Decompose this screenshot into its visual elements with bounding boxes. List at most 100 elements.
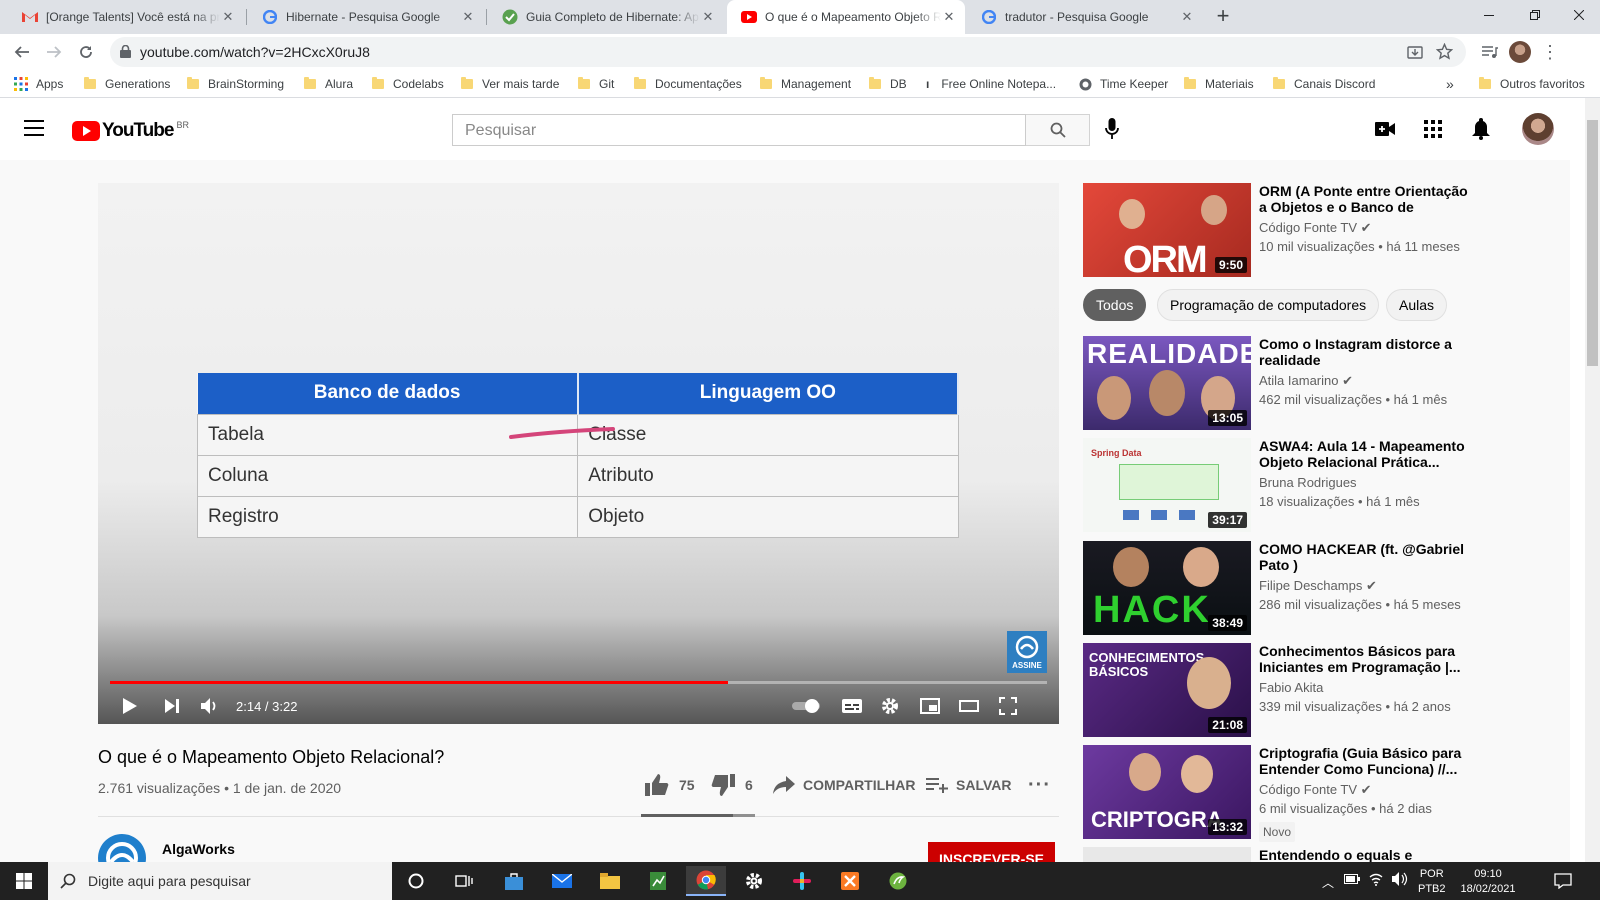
save-button[interactable]: SALVAR — [926, 770, 1011, 800]
share-button[interactable]: COMPARTILHAR — [773, 770, 916, 800]
related-video-card[interactable]: CRIPTOGRA 13:32 Criptografia (Guia Básic… — [1083, 745, 1463, 842]
notifications-bell-icon[interactable] — [1472, 118, 1490, 140]
miniplayer-icon[interactable] — [916, 692, 944, 720]
wifi-icon[interactable] — [1368, 871, 1384, 887]
related-video-card[interactable]: ORM 9:50 ORM (A Ponte entre Orientação a… — [1083, 183, 1468, 277]
chip-aulas[interactable]: Aulas — [1386, 289, 1448, 321]
install-icon[interactable] — [1407, 44, 1423, 60]
tray-chevron-icon[interactable]: ︿ — [1322, 874, 1334, 891]
play-icon[interactable] — [116, 692, 144, 720]
settings-gear-icon[interactable] — [876, 692, 904, 720]
chrome-menu-icon[interactable]: ⋮ — [1536, 38, 1564, 66]
taskbar-search[interactable]: Digite aqui para pesquisar — [48, 862, 392, 900]
channel-name[interactable]: AlgaWorks — [162, 841, 235, 857]
channel-name: Atila Iamarino ✔ — [1259, 373, 1353, 389]
tab-gmail[interactable]: [Orange Talents] Você está na pró ✕ — [8, 0, 244, 34]
back-icon[interactable] — [8, 38, 36, 66]
xampp-icon[interactable] — [830, 866, 870, 896]
address-bar[interactable]: youtube.com/watch?v=2HCxcX0ruJ8 — [110, 37, 1466, 67]
bookmark-apps[interactable]: Apps — [14, 75, 63, 93]
bookmark-codelabs[interactable]: Codelabs — [372, 75, 444, 93]
clock[interactable]: 09:10 18/02/2021 — [1456, 867, 1520, 897]
store-icon[interactable] — [494, 866, 534, 896]
bookmark-alura[interactable]: Alura — [304, 75, 353, 93]
like-button[interactable]: 75 — [645, 770, 695, 800]
new-tab-button[interactable]: + — [1210, 4, 1236, 30]
bookmark-documentacoes[interactable]: Documentações — [634, 75, 742, 93]
fullscreen-icon[interactable] — [994, 692, 1022, 720]
search-button[interactable] — [1026, 114, 1090, 146]
subtitles-icon[interactable] — [838, 692, 866, 720]
related-video-card[interactable]: Spring Data 39:17 ASWA4: Aula 14 - Mapea… — [1083, 438, 1465, 532]
bookmark-time-keeper[interactable]: Time Keeper — [1079, 75, 1168, 93]
bookmarks-overflow-button[interactable]: » — [1446, 75, 1454, 93]
next-icon[interactable] — [158, 692, 186, 720]
related-video-card[interactable]: HACK 38:49 COMO HACKEAR (ft. @Gabriel Pa… — [1083, 541, 1464, 635]
search-input[interactable]: Pesquisar — [452, 114, 1026, 146]
battery-icon[interactable] — [1344, 874, 1360, 884]
bookmark-db[interactable]: DB — [869, 75, 907, 93]
tab-hibernate-search[interactable]: Hibernate - Pesquisa Google ✕ — [248, 0, 484, 34]
bookmark-git[interactable]: Git — [578, 75, 614, 93]
close-icon[interactable]: ✕ — [941, 9, 957, 25]
related-video-card[interactable]: CONHECIMENTOS BÁSICOS 21:08 Conhecimento… — [1083, 643, 1463, 737]
bookmark-label: Alura — [325, 77, 354, 91]
bookmark-management[interactable]: Management — [760, 75, 851, 93]
task-view-icon[interactable] — [444, 866, 484, 896]
minimize-icon[interactable] — [1466, 0, 1512, 30]
slack-icon[interactable] — [782, 866, 822, 896]
bookmark-outros-favoritos[interactable]: Outros favoritos — [1479, 75, 1585, 93]
chip-todos[interactable]: Todos — [1083, 289, 1147, 321]
window-close-icon[interactable] — [1556, 0, 1600, 30]
autoplay-toggle[interactable] — [792, 692, 820, 720]
more-actions-icon[interactable]: ··· — [1028, 770, 1051, 800]
bookmark-brainstorming[interactable]: BrainStorming — [187, 75, 284, 93]
bookmark-materiais[interactable]: Materiais — [1184, 75, 1254, 93]
tab-tradutor[interactable]: tradutor - Pesquisa Google ✕ — [967, 0, 1203, 34]
mail-icon[interactable] — [542, 866, 582, 896]
chip-programacao[interactable]: Programação de computadores — [1157, 289, 1380, 321]
speaker-icon[interactable] — [1392, 872, 1408, 886]
scrollbar-thumb[interactable] — [1587, 120, 1598, 366]
file-explorer-icon[interactable] — [590, 866, 630, 896]
windows-start-icon[interactable] — [4, 866, 44, 896]
theater-mode-icon[interactable] — [955, 692, 983, 720]
close-icon[interactable]: ✕ — [700, 9, 716, 25]
input-language[interactable]: POR PTB2 — [1418, 867, 1446, 897]
cortana-icon[interactable] — [396, 866, 436, 896]
profile-avatar[interactable] — [1506, 38, 1534, 66]
reload-icon[interactable] — [72, 38, 100, 66]
notification-center-icon[interactable] — [1554, 873, 1572, 889]
account-avatar[interactable] — [1522, 113, 1554, 145]
video-player[interactable]: Banco de dados Linguagem OO Tabela Classe… — [98, 183, 1059, 724]
hamburger-menu-icon[interactable] — [24, 120, 44, 136]
close-icon[interactable]: ✕ — [460, 9, 476, 25]
related-video-card[interactable]: Entendendo o equals e — [1083, 847, 1463, 862]
settings-gear-icon[interactable] — [734, 866, 774, 896]
apps-icon[interactable] — [1424, 120, 1442, 138]
volume-icon[interactable] — [196, 692, 224, 720]
microphone-icon[interactable] — [1105, 118, 1119, 140]
bookmark-notepad[interactable]: ı Free Online Notepa... — [926, 75, 1056, 93]
forward-icon[interactable] — [40, 38, 68, 66]
tab-guia-hibernate[interactable]: Guia Completo de Hibernate: Ap ✕ — [488, 0, 724, 34]
close-icon[interactable]: ✕ — [1179, 9, 1195, 25]
bookmark-star-icon[interactable] — [1436, 43, 1453, 60]
subscribe-watermark[interactable]: ASSINE — [1007, 631, 1047, 673]
bookmark-ver-mais-tarde[interactable]: Ver mais tarde — [461, 75, 559, 93]
bookmark-generations[interactable]: Generations — [84, 75, 170, 93]
media-queue-icon[interactable] — [1476, 38, 1504, 66]
spring-tool-icon[interactable] — [878, 866, 918, 896]
chrome-taskbar-icon[interactable] — [686, 866, 726, 896]
tab-youtube-active[interactable]: O que é o Mapeamento Objeto R ✕ — [727, 0, 965, 34]
related-video-card[interactable]: REALIDADE 13:05 Como o Instagram distorc… — [1083, 336, 1463, 430]
restore-icon[interactable] — [1512, 0, 1558, 30]
spreadsheet-icon[interactable] — [638, 866, 678, 896]
create-video-icon[interactable] — [1375, 122, 1395, 136]
close-icon[interactable]: ✕ — [220, 9, 236, 25]
dislike-button[interactable]: 6 — [711, 770, 753, 800]
progress-bar[interactable] — [110, 681, 1047, 684]
player-controls: 2:14 / 3:22 — [98, 688, 1059, 724]
youtube-logo[interactable]: YouTube BR — [72, 120, 189, 142]
bookmark-canais-discord[interactable]: Canais Discord — [1273, 75, 1375, 93]
